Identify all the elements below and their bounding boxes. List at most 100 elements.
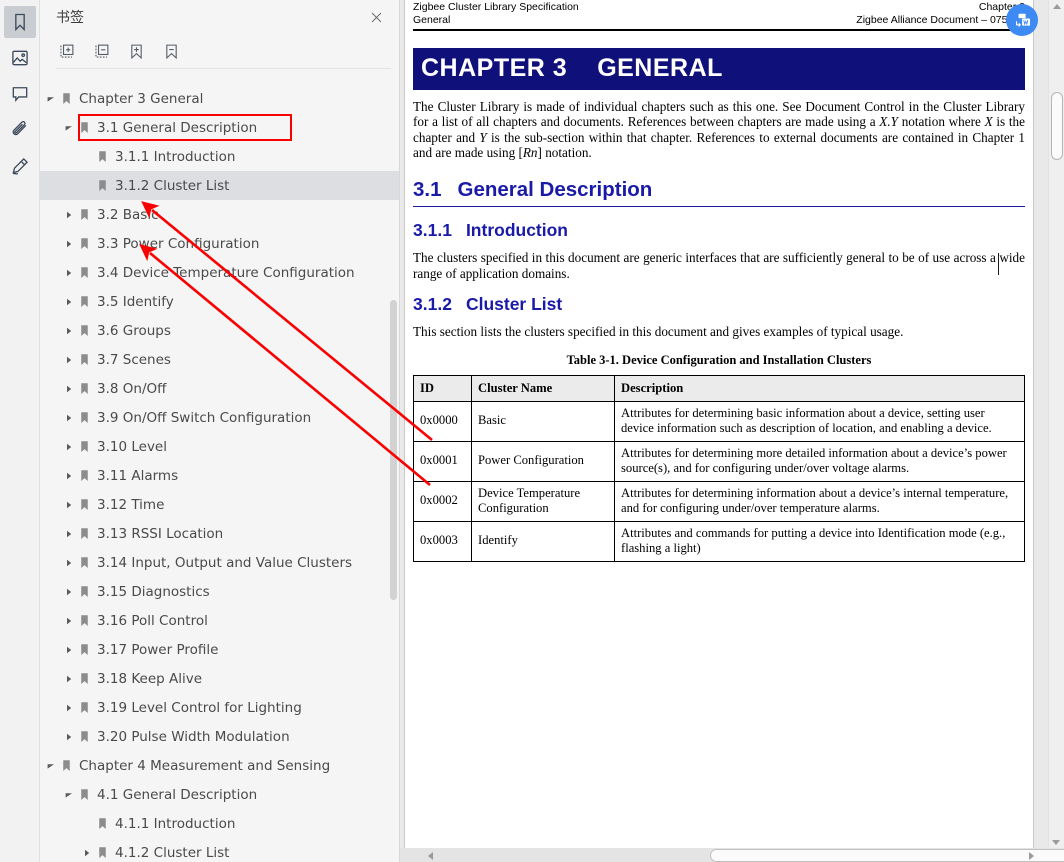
chevron-right-icon[interactable] [62, 295, 76, 309]
chevron-right-icon[interactable] [62, 527, 76, 541]
chevron-right-icon[interactable] [62, 266, 76, 280]
chevron-right-icon[interactable] [62, 237, 76, 251]
bookmark-item[interactable]: 3.6 Groups [40, 316, 399, 345]
bookmark-item[interactable]: 3.16 Poll Control [40, 606, 399, 635]
bookmark-item-label: 3.20 Pulse Width Modulation [97, 729, 290, 745]
chevron-right-icon[interactable] [62, 672, 76, 686]
chevron-right-icon[interactable] [62, 469, 76, 483]
bookmark-panel-scrollbar[interactable] [390, 300, 397, 600]
bookmark-item[interactable]: 3.1.2 Cluster List [40, 171, 399, 200]
bookmark-item-icon [76, 556, 92, 569]
chevron-down-icon[interactable] [62, 121, 76, 135]
bookmark-item[interactable]: 3.9 On/Off Switch Configuration [40, 403, 399, 432]
bookmark-item-icon [76, 324, 92, 337]
chevron-right-icon[interactable] [62, 324, 76, 338]
comment-icon[interactable] [4, 78, 36, 110]
chevron-down-icon[interactable] [44, 759, 58, 773]
bookmark-item[interactable]: Chapter 4 Measurement and Sensing [40, 751, 399, 780]
bookmark-item[interactable]: 4.1 General Description [40, 780, 399, 809]
bookmark-icon[interactable] [4, 6, 36, 38]
horizontal-scrollbar[interactable] [400, 848, 1064, 862]
bookmark-item-icon [76, 295, 92, 308]
section-3-1-heading: 3.1General Description [413, 178, 1025, 202]
bookmark-item-icon [76, 672, 92, 685]
chevron-right-icon[interactable] [62, 701, 76, 715]
pdf-to-word-button[interactable] [1006, 4, 1038, 36]
text-cursor [998, 253, 1000, 275]
chevron-down-icon[interactable] [44, 92, 58, 106]
chevron-right-icon[interactable] [62, 498, 76, 512]
table-row: 0x0002Device Temperature ConfigurationAt… [414, 481, 1025, 521]
section-3-1-title: General Description [458, 178, 653, 201]
chevron-right-icon[interactable] [62, 730, 76, 744]
horizontal-scrollbar-thumb[interactable] [710, 849, 1064, 862]
bookmark-item[interactable]: 3.1 General Description [40, 113, 399, 142]
chevron-right-icon[interactable] [62, 614, 76, 628]
expand-all-icon[interactable] [54, 39, 78, 63]
table-row: 0x0001Power ConfigurationAttributes for … [414, 441, 1025, 481]
table-cell: Attributes and commands for putting a de… [615, 521, 1025, 561]
thumbnail-icon[interactable] [4, 42, 36, 74]
remove-bookmark-icon[interactable] [159, 39, 183, 63]
section-3-1-1-title: Introduction [466, 220, 568, 240]
bookmark-item[interactable]: 3.20 Pulse Width Modulation [40, 722, 399, 751]
table-header-name: Cluster Name [472, 375, 615, 401]
table-row: 0x0003IdentifyAttributes and commands fo… [414, 521, 1025, 561]
section-3-1-2-heading: 3.1.2Cluster List [413, 294, 1025, 315]
attachment-icon[interactable] [4, 114, 36, 146]
chevron-right-icon[interactable] [62, 556, 76, 570]
bookmark-item[interactable]: 3.2 Basic [40, 200, 399, 229]
scroll-left-arrow-icon[interactable] [428, 852, 433, 860]
bookmark-item[interactable]: 3.4 Device Temperature Configuration [40, 258, 399, 287]
table-cell: 0x0001 [414, 441, 472, 481]
bookmark-item-label: 3.18 Keep Alive [97, 671, 202, 687]
bookmark-item[interactable]: 3.17 Power Profile [40, 635, 399, 664]
bookmark-item[interactable]: 3.14 Input, Output and Value Clusters [40, 548, 399, 577]
bookmark-item[interactable]: 3.15 Diagnostics [40, 577, 399, 606]
bookmark-item[interactable]: 4.1.2 Cluster List [40, 838, 399, 862]
bookmark-item[interactable]: 3.7 Scenes [40, 345, 399, 374]
bookmark-item[interactable]: 3.19 Level Control for Lighting [40, 693, 399, 722]
bookmark-item[interactable]: 3.8 On/Off [40, 374, 399, 403]
tree-indent-spacer [80, 817, 94, 831]
bookmark-item[interactable]: Chapter 3 General [40, 84, 399, 113]
chevron-right-icon[interactable] [62, 643, 76, 657]
bookmark-item-icon [76, 788, 92, 801]
chevron-right-icon[interactable] [62, 440, 76, 454]
bookmark-item-label: 3.16 Poll Control [97, 613, 208, 629]
bookmark-item[interactable]: 3.3 Power Configuration [40, 229, 399, 258]
vertical-scrollbar-thumb[interactable] [1051, 92, 1063, 160]
bookmark-item-icon [94, 817, 110, 830]
bookmark-item[interactable]: 3.13 RSSI Location [40, 519, 399, 548]
table-cell: Attributes for determining more detailed… [615, 441, 1025, 481]
scroll-down-arrow-icon[interactable] [1052, 840, 1060, 845]
chevron-right-icon[interactable] [62, 585, 76, 599]
collapse-all-icon[interactable] [89, 39, 113, 63]
chevron-right-icon[interactable] [80, 846, 94, 860]
chevron-right-icon[interactable] [62, 208, 76, 222]
bookmark-item[interactable]: 3.1.1 Introduction [40, 142, 399, 171]
scroll-right-arrow-icon[interactable] [1029, 852, 1034, 860]
add-bookmark-icon[interactable] [124, 39, 148, 63]
bookmark-item[interactable]: 3.5 Identify [40, 287, 399, 316]
bookmark-item[interactable]: 3.12 Time [40, 490, 399, 519]
chevron-down-icon[interactable] [62, 788, 76, 802]
table-cell: Attributes for determining information a… [615, 481, 1025, 521]
header-rule [413, 29, 1025, 31]
vertical-scrollbar[interactable] [1048, 0, 1064, 848]
bookmark-item[interactable]: 3.18 Keep Alive [40, 664, 399, 693]
chevron-right-icon[interactable] [62, 411, 76, 425]
bookmark-item[interactable]: 3.11 Alarms [40, 461, 399, 490]
bookmark-item-icon [76, 498, 92, 511]
chevron-right-icon[interactable] [62, 353, 76, 367]
bookmark-tree[interactable]: Chapter 3 General3.1 General Description… [40, 74, 399, 862]
bookmark-item[interactable]: 4.1.1 Introduction [40, 809, 399, 838]
bookmark-item[interactable]: 3.10 Level [40, 432, 399, 461]
signature-icon[interactable] [4, 150, 36, 182]
chevron-right-icon[interactable] [62, 382, 76, 396]
bookmark-item-icon [94, 150, 110, 163]
scroll-up-arrow-icon[interactable] [1053, 4, 1061, 9]
bookmark-item-icon [76, 208, 92, 221]
bookmark-item-icon [76, 701, 92, 714]
close-icon[interactable] [365, 6, 387, 28]
